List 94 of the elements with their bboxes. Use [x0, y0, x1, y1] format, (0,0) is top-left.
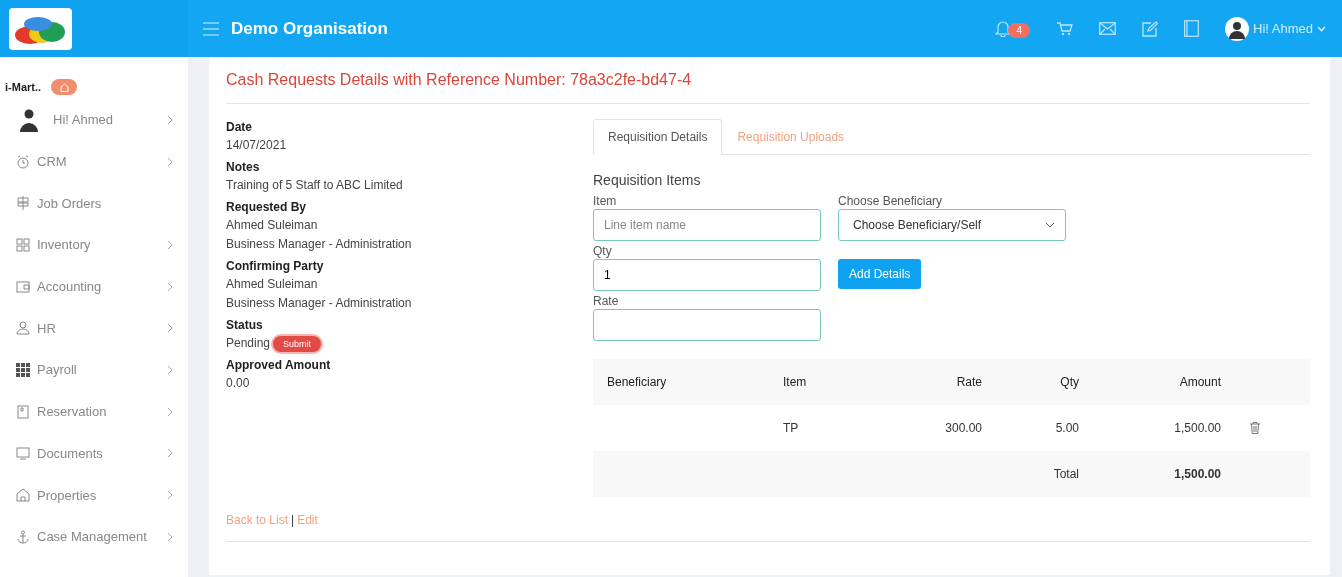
grid-icon — [16, 362, 30, 377]
sidebar-item[interactable]: Documents — [0, 432, 188, 475]
detail-label: Confirming Party — [226, 258, 325, 275]
section-title: Requisition Items — [593, 172, 702, 188]
field-label: Rate — [593, 293, 620, 309]
detail-value: Ahmed Suleiman — [226, 217, 318, 234]
detail-label: Date — [226, 119, 253, 136]
sidebar-item[interactable]: Properties — [0, 474, 188, 516]
column-header: Amount — [1178, 375, 1221, 389]
person-icon — [16, 321, 30, 336]
sidebar-label: Properties — [37, 487, 98, 503]
notification-badge: 4 — [1008, 23, 1030, 38]
beneficiary-dropdown[interactable]: Choose Beneficiary/Self — [838, 209, 1066, 241]
clock-icon — [16, 154, 30, 169]
caret-icon — [1045, 222, 1055, 228]
detail-label: Approved Amount — [226, 357, 332, 374]
sidebar-item[interactable]: Reservation — [0, 390, 188, 433]
detail-label: Requested By — [226, 199, 308, 216]
tab[interactable]: Requisition Details — [593, 119, 723, 155]
submit-button[interactable]: Submit — [273, 335, 322, 352]
sidebar-item[interactable]: CRM — [0, 140, 188, 183]
detail-value: 14/07/2021 — [226, 137, 287, 154]
edit-link[interactable]: Edit — [297, 513, 318, 527]
organisation-name: i-Mart.. — [5, 81, 42, 93]
user-menu[interactable]: Hi! Ahmed — [1225, 16, 1326, 41]
column-header: Beneficiary — [607, 375, 668, 389]
sidebar-user[interactable]: Hi! Ahmed — [0, 99, 188, 141]
detail-value: Ahmed Suleiman — [226, 276, 318, 293]
table-cell-text: TP — [783, 421, 800, 435]
page-title: Cash Requests Details with Reference Number: 78a3c2fe-bd47-4 — [226, 71, 1310, 104]
sidebar-label: CRM — [37, 154, 68, 170]
sidebar-label: Payroll — [37, 362, 78, 378]
trash-icon[interactable] — [1250, 422, 1260, 434]
detail-value: Training of 5 Staff to ABC Limited — [226, 177, 403, 194]
house-icon — [16, 488, 30, 503]
user-name: Hi! Ahmed — [53, 112, 114, 128]
mail-icon[interactable] — [1099, 22, 1116, 35]
field-label: Item — [593, 193, 618, 209]
wallet-icon — [16, 279, 30, 294]
user-greeting: Hi! Ahmed — [1253, 21, 1313, 36]
sidebar-item[interactable]: Case Management — [0, 515, 188, 558]
input-field[interactable]: Line item name — [593, 209, 821, 241]
logo — [9, 8, 72, 50]
column-header: Item — [783, 375, 808, 389]
sidebar-label: Job Orders — [37, 195, 103, 211]
detail-value: Pending — [226, 335, 271, 352]
sidebar-label: Documents — [37, 445, 104, 461]
table-cell-text: 1,500.00 — [1173, 421, 1221, 435]
back-link[interactable]: Back to List — [226, 513, 289, 527]
sidebar-label: Accounting — [37, 279, 103, 295]
caret-icon — [1317, 25, 1326, 32]
total-value: 1,500.00 — [1173, 467, 1221, 481]
detail-label: Status — [226, 317, 264, 334]
field-label: Qty — [593, 243, 613, 259]
sidebar-label: HR — [37, 320, 57, 336]
sidebar-label: Inventory — [37, 237, 92, 253]
grid-icon — [16, 237, 30, 252]
signpost-icon — [16, 196, 30, 211]
tab[interactable]: Requisition Uploads — [722, 119, 860, 154]
book-icon[interactable] — [1184, 20, 1199, 37]
table-cell-text: 300.00 — [944, 421, 982, 435]
sidebar-item[interactable]: Accounting — [0, 265, 188, 308]
detail-value: Business Manager - Administration — [226, 236, 412, 253]
separator: | — [291, 513, 295, 527]
sidebar-item[interactable]: Payroll — [0, 349, 188, 391]
anchor-icon — [16, 529, 30, 544]
field-label: Choose Beneficiary — [838, 193, 944, 209]
menu-icon[interactable] — [203, 21, 219, 36]
avatar-icon — [18, 107, 40, 132]
notebook-icon — [16, 404, 30, 419]
total-label: Total — [1052, 467, 1079, 481]
detail-value: 0.00 — [226, 375, 250, 392]
cart-icon[interactable] — [1056, 21, 1073, 36]
sidebar-item[interactable]: Inventory — [0, 224, 188, 266]
monitor-icon — [16, 446, 30, 461]
sidebar-label: Reservation — [37, 404, 108, 420]
table-cell-text: 5.00 — [1054, 421, 1079, 435]
add-details-button[interactable]: Add Details — [838, 259, 922, 289]
column-header: Rate — [955, 375, 982, 389]
column-header: Qty — [1059, 375, 1079, 389]
avatar-icon — [1225, 16, 1249, 41]
input-field[interactable]: 1 — [593, 259, 821, 291]
input-field[interactable] — [593, 309, 821, 341]
edit-icon[interactable] — [1142, 20, 1158, 37]
sidebar-item[interactable]: HR — [0, 307, 188, 350]
bell-icon[interactable] — [995, 20, 1012, 37]
detail-label: Notes — [226, 159, 261, 176]
sidebar-label: Case Management — [37, 529, 148, 545]
detail-value: Business Manager - Administration — [226, 295, 412, 312]
house-icon — [59, 82, 69, 92]
sidebar-item[interactable]: Job Orders — [0, 182, 188, 225]
home-badge[interactable] — [51, 79, 78, 95]
organisation-title: Demo Organisation — [231, 18, 388, 39]
chevron-icon — [167, 114, 173, 125]
